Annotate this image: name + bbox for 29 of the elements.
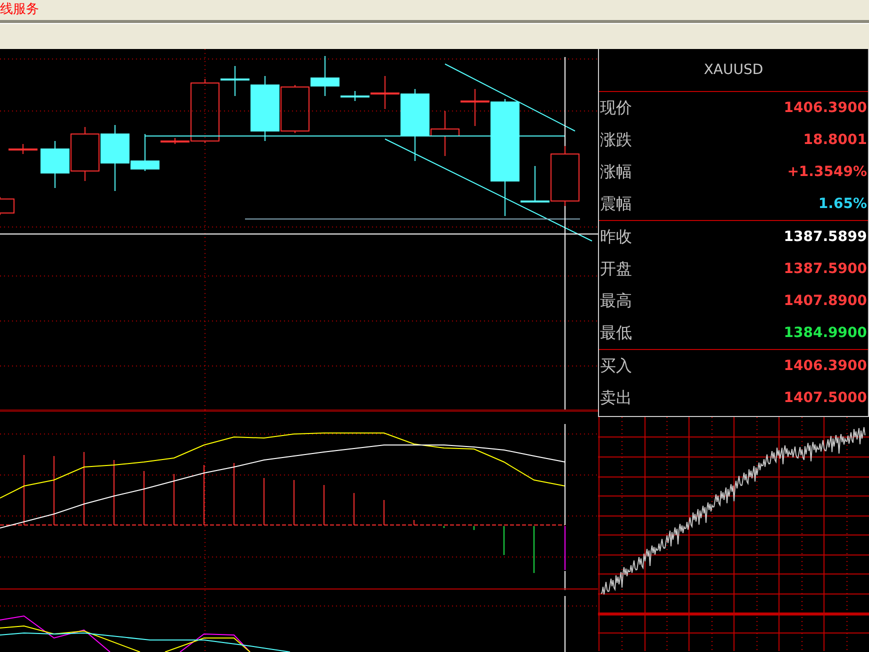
quote-label: 开盘 — [600, 258, 632, 280]
quote-label: 昨收 — [600, 226, 632, 248]
quote-value: 1406.3900 — [784, 358, 867, 374]
quote-label: 最低 — [600, 322, 632, 344]
quote-label: 买入 — [600, 356, 632, 376]
quote-value: 1406.3900 — [784, 100, 867, 116]
quote-label: 涨幅 — [600, 162, 632, 182]
candlestick — [8, 144, 38, 154]
window-title: 线服务 — [0, 3, 39, 17]
cursor-line — [564, 596, 566, 652]
quote-label: 涨跌 — [600, 130, 632, 150]
quote-value: 1387.5900 — [784, 261, 867, 277]
quote-label: 现价 — [600, 98, 632, 118]
quote-label: 震幅 — [600, 194, 632, 214]
symbol-label: XAUUSD — [704, 62, 764, 78]
quote-value: +1.3549% — [787, 164, 867, 180]
quote-label: 最高 — [600, 290, 632, 312]
cursor-line — [564, 570, 566, 590]
quote-value: 1.65% — [818, 196, 867, 212]
quote-value: 1387.5899 — [784, 229, 867, 245]
quote-value: 1384.9900 — [784, 325, 867, 341]
candlestick — [280, 84, 310, 134]
quote-label: 卖出 — [600, 388, 632, 408]
candlestick — [70, 126, 100, 182]
quote-value: 18.8001 — [803, 132, 867, 148]
candlestick — [0, 196, 14, 216]
candlestick — [40, 140, 70, 188]
quote-value: 1407.8900 — [784, 293, 867, 309]
quote-value: 1407.5000 — [784, 390, 867, 406]
